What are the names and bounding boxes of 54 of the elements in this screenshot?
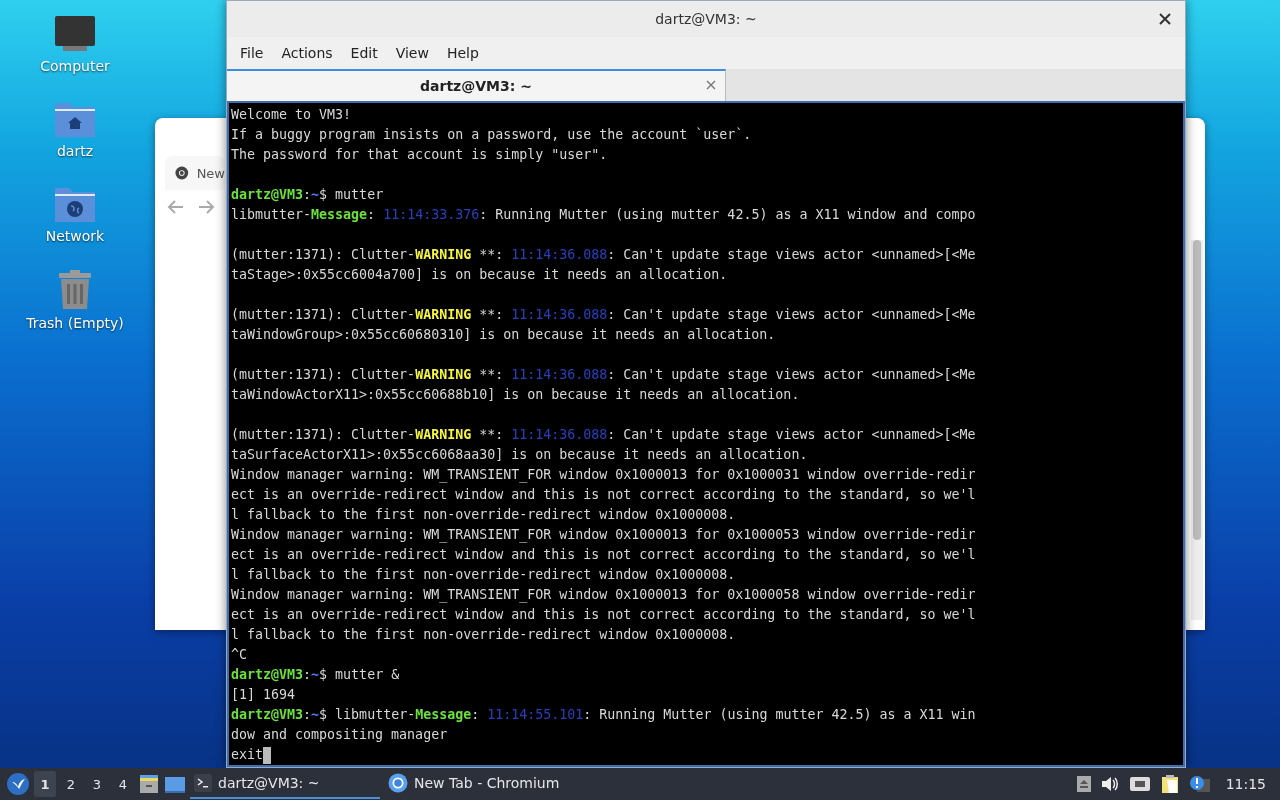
terminal-line: ect is an override-redirect window and this is not correct according to the standard, so we'l (231, 486, 976, 504)
terminal-line: taStage>:0x55cc6004a700] is on because it needs an allocation. (231, 266, 728, 284)
terminal-line: l fallback to the first non-override-redirect window 0x1000008. (231, 626, 736, 644)
clock[interactable]: 11:15 (1217, 776, 1274, 792)
terminal-line: l fallback to the first non-override-redirect window 0x1000008. (231, 506, 736, 524)
menu-item[interactable]: Edit (341, 41, 387, 65)
terminal-line: The password for that account is simply "user". (231, 146, 608, 164)
workspace-button[interactable]: 2 (60, 771, 82, 797)
file-cabinet-icon[interactable] (138, 773, 160, 795)
workspace-button[interactable]: 4 (112, 771, 134, 797)
terminal-line: dartz@VM3:~$ mutter (231, 186, 384, 204)
terminal-line: dartz@VM3:~$ libmutter-Message: 11:14:55.101: Running Mutter (using mutter 42.5) as a X11 win (231, 706, 976, 724)
menu-item[interactable]: File (231, 41, 273, 65)
browser-icon (388, 773, 408, 793)
workspace-button[interactable]: 1 (34, 771, 56, 797)
menu-item[interactable]: Help (437, 41, 488, 65)
terminal-line: [1] 1694 (231, 686, 296, 704)
taskbar-task[interactable]: dartz@VM3: ~ (190, 769, 380, 799)
terminal-line: Window manager warning: WM_TRANSIENT_FOR window 0x1000013 for 0x1000031 window override-redir (231, 466, 976, 485)
start-menu-icon[interactable] (6, 772, 30, 796)
desktop-icon-label[interactable]: Trash (Empty) (26, 315, 124, 331)
terminal-line: (mutter:1371): Clutter-WARNING **: 11:14:36.088: Can't update stage views actor <unnamed>[<Me (231, 246, 976, 264)
terminal-line: dow and compositing manager (231, 726, 448, 744)
terminal-icon (194, 774, 212, 792)
terminal-line: taWindowActorX11>:0x55cc60688b10] is on because it needs an allocation. (231, 386, 800, 404)
workspace-button[interactable]: 3 (86, 771, 108, 797)
terminal-line: exit (231, 746, 264, 764)
terminal-tab[interactable]: dartz@VM3: ~ (227, 69, 726, 101)
menu-item[interactable]: View (386, 41, 438, 65)
terminal-line: l fallback to the first non-override-redirect window 0x1000008. (231, 566, 736, 584)
terminal-line: ect is an override-redirect window and this is not correct according to the standard, so we'l (231, 606, 976, 624)
window-title: dartz@VM3: ~ (655, 11, 757, 27)
terminal-line: (mutter:1371): Clutter-WARNING **: 11:14:36.088: Can't update stage views actor <unnamed>[<Me (231, 306, 976, 324)
terminal-line: ect is an override-redirect window and this is not correct according to the standard, so we'l (231, 546, 976, 564)
terminal-line: dartz@VM3:~$ mutter & (231, 666, 400, 684)
terminal-line: If a buggy program insists on a password, use the account `user`. (231, 126, 752, 144)
taskbar-task[interactable]: New Tab - Chromium (384, 769, 574, 799)
tab-close-icon[interactable] (705, 79, 717, 91)
terminal-line: Window manager warning: WM_TRANSIENT_FOR window 0x1000013 for 0x1000053 window override-redir (231, 526, 976, 545)
scrollbar[interactable] (1191, 240, 1203, 620)
desktop-icon-label[interactable]: Network (45, 228, 105, 244)
terminal-line: (mutter:1371): Clutter-WARNING **: 11:14:36.088: Can't update stage views actor <unnamed>[<Me (231, 366, 976, 384)
terminal-line: taSurfaceActorX11>:0x55cc6068aa30] is on because it needs an allocation. (231, 446, 808, 464)
menu-item[interactable]: Actions (272, 41, 342, 65)
browser-logo-icon (175, 165, 189, 181)
terminal-line: (mutter:1371): Clutter-WARNING **: 11:14:36.088: Can't update stage views actor <unnamed>[<Me (231, 426, 976, 444)
terminal-line: Window manager warning: WM_TRANSIENT_FOR window 0x1000013 for 0x1000058 window override-redir (231, 586, 976, 605)
terminal-line: taWindowGroup>:0x55cc60680310] is on because it needs an allocation. (231, 326, 776, 344)
monitor-icon[interactable] (53, 14, 97, 54)
terminal-line: ^C (231, 646, 247, 664)
terminal-line: libmutter-Message: 11:14:33.376: Running Mutter (using mutter 42.5) as a X11 window and compo (231, 206, 976, 224)
browser-tab[interactable]: New (165, 156, 225, 190)
terminal-line: Welcome to VM3! (231, 106, 352, 124)
close-icon[interactable] (1159, 13, 1171, 25)
